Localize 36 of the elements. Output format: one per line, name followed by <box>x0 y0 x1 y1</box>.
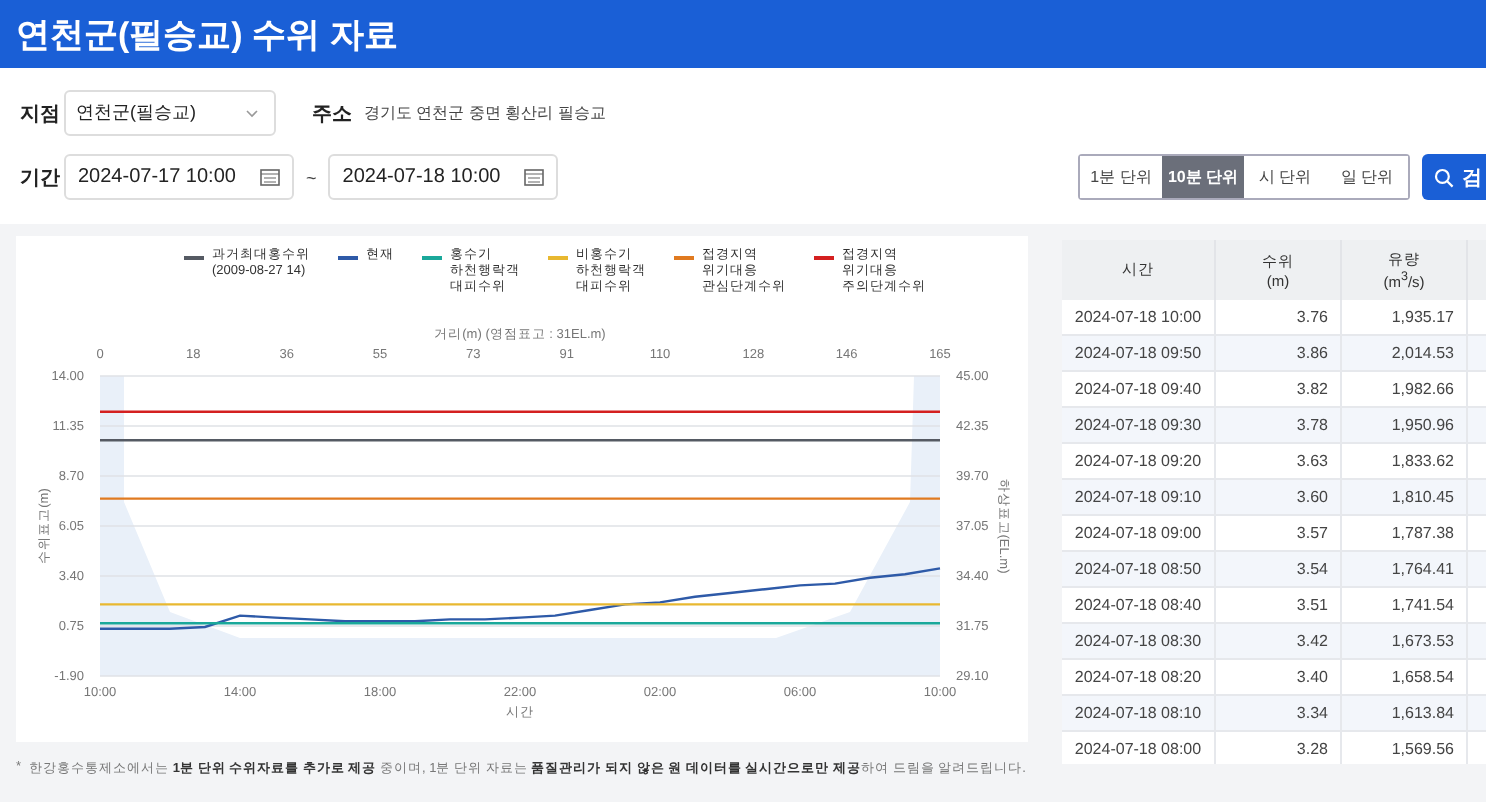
table-cell: 1,569.56 <box>1341 731 1467 764</box>
table-cell: 1,673.53 <box>1341 623 1467 659</box>
table-cell: 3.86 <box>1215 335 1341 371</box>
table-cell: 2024-07-18 09:10 <box>1062 479 1215 515</box>
table-cell: 3.78 <box>1215 407 1341 443</box>
table-cell: 2024-07-18 08:30 <box>1062 623 1215 659</box>
period-label: 기간 <box>20 165 62 191</box>
station-label: 지점 <box>20 101 62 127</box>
calendar-icon <box>260 168 280 186</box>
caret-icon <box>246 109 258 117</box>
search-button[interactable]: 검 <box>1422 154 1486 200</box>
address-label: 주소 <box>312 101 354 127</box>
table-cell: 2024-07-18 08:10 <box>1062 695 1215 731</box>
table-cell: 3.60 <box>1215 479 1341 515</box>
table-cell: 2,014.53 <box>1341 335 1467 371</box>
table-cell: 1,810.45 <box>1341 479 1467 515</box>
table-cell: 2024-07-18 09:30 <box>1062 407 1215 443</box>
unit-tab[interactable]: 10분 단위 <box>1162 156 1244 198</box>
table-cell: 1,764.41 <box>1341 551 1467 587</box>
calendar-icon <box>524 168 545 186</box>
table-cell: 3.42 <box>1215 623 1341 659</box>
start-date-field[interactable]: 2024-07-17 10:00 <box>64 154 294 200</box>
search-icon <box>1434 167 1454 187</box>
end-date-field[interactable]: 2024-07-18 10:00 <box>328 154 559 200</box>
table-cell: 3.34 <box>1215 695 1341 731</box>
address-text: 경기도 연천군 중면 횡산리 필승교 <box>364 102 606 124</box>
table-cell: 3.28 <box>1215 731 1341 764</box>
table-cell: 1,613.84 <box>1341 695 1467 731</box>
table-cell: 2024-07-18 09:50 <box>1062 335 1215 371</box>
table-cell: 2024-07-18 08:00 <box>1062 731 1215 764</box>
table-cell: 2024-07-18 08:50 <box>1062 551 1215 587</box>
station-select[interactable]: 연천군(필승교) <box>64 90 276 136</box>
table-cell: 3.54 <box>1215 551 1341 587</box>
table-cell: 1,950.96 <box>1341 407 1467 443</box>
range-separator: ~ <box>306 167 317 187</box>
page-title: 연천군(필승교) 수위 자료 <box>16 13 398 57</box>
